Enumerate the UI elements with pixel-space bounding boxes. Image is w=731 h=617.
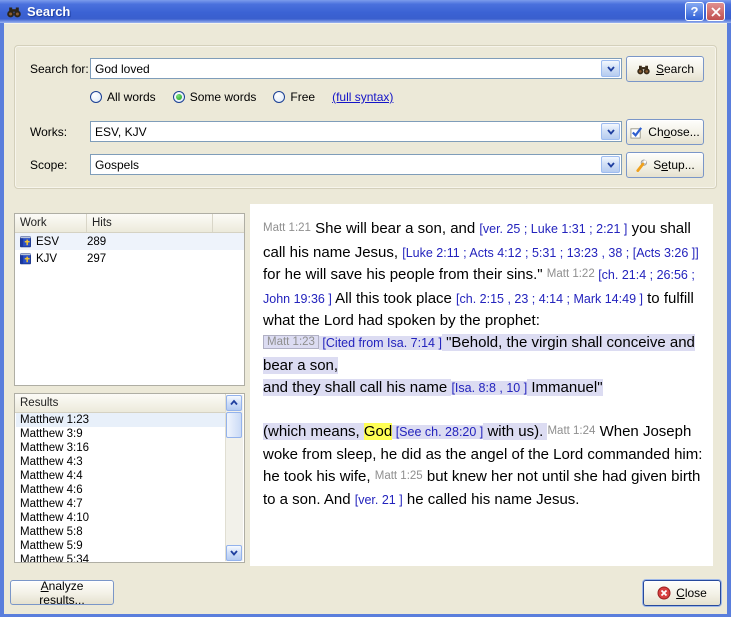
verse-display-panel[interactable]: Matt 1:21 She will bear a son, and [ver.… [250, 204, 713, 566]
chevron-up-icon[interactable] [226, 395, 242, 411]
verse-text: for he will save his people from their s… [263, 266, 547, 283]
radio-some-words[interactable]: Some words [173, 90, 257, 104]
verse-text: with us). [483, 423, 547, 440]
scope-select-value: Gospels [95, 158, 139, 172]
setup-scope-button[interactable]: Setup... [626, 152, 704, 178]
scope-label: Scope: [30, 158, 67, 172]
results-panel-header: Results [15, 394, 226, 413]
search-input-value: God loved [95, 62, 150, 76]
scope-select[interactable]: Gospels [90, 154, 622, 175]
list-item[interactable]: Matthew 4:6 [16, 483, 226, 497]
analyze-results-button[interactable]: Analyze results... [10, 580, 114, 605]
analyze-button-label: Analyze results... [17, 579, 107, 607]
hits-rows: ESV 289 KJV 297 [15, 233, 244, 267]
hit-count: 289 [87, 236, 106, 248]
scrollbar-thumb[interactable] [226, 412, 242, 438]
checkmark-icon [630, 126, 643, 139]
cross-reference: [Luke 2:11 ; Acts 4:12 ; 5:31 ; 13:23 , … [402, 246, 698, 260]
search-button[interactable]: Search [626, 56, 704, 82]
verse-text: She will bear a son, and [311, 220, 479, 237]
results-list: Matthew 1:23Matthew 3:9Matthew 3:16Matth… [16, 413, 226, 562]
chevron-down-icon[interactable] [601, 123, 620, 140]
verse-ref: Matt 1:23 [263, 335, 319, 349]
works-label: Works: [30, 125, 67, 139]
verse-text: (which means, [263, 423, 364, 440]
search-dialog: Search ? Search for: God loved [0, 0, 731, 617]
list-item[interactable]: Matthew 4:10 [16, 511, 226, 525]
radio-free[interactable]: Free [273, 90, 315, 104]
radio-label: Free [290, 90, 315, 104]
column-header-results[interactable]: Results [15, 394, 226, 412]
chevron-down-icon[interactable] [601, 156, 620, 173]
radio-all-words[interactable]: All words [90, 90, 156, 104]
cross-reference: [Isa. 8:8 , 10 ] [451, 381, 527, 395]
help-icon[interactable]: ? [685, 2, 704, 21]
column-header-hits[interactable]: Hits [87, 214, 213, 232]
cross-reference: [ver. 25 ; Luke 1:31 ; 2:21 ] [479, 222, 627, 236]
red-x-circle-icon [657, 586, 671, 600]
search-input[interactable]: God loved [90, 58, 622, 79]
search-hit: God [364, 423, 392, 440]
full-syntax-link[interactable]: (full syntax) [332, 90, 393, 104]
list-item[interactable]: Matthew 1:23 [16, 413, 226, 427]
hits-panel-header: Work Hits [15, 214, 244, 233]
radio-label: Some words [190, 90, 257, 104]
cross-reference: [Cited from Isa. 7:14 ] [319, 336, 442, 350]
verse-ref: Matt 1:24 [547, 425, 595, 437]
works-select[interactable]: ESV, KJV [90, 121, 622, 142]
radio-label: All words [107, 90, 156, 104]
bible-book-icon [19, 235, 32, 248]
list-item[interactable]: Matthew 4:7 [16, 497, 226, 511]
search-mode-radios: All words Some words Free (full syntax) [90, 90, 393, 104]
column-header-work[interactable]: Work [15, 214, 87, 232]
setup-button-label: Setup... [653, 158, 694, 172]
verse-text: Immanuel" [527, 379, 602, 396]
choose-works-button[interactable]: Choose... [626, 119, 704, 145]
verse-text: and they shall call his name [263, 379, 451, 396]
list-item[interactable]: Matthew 3:16 [16, 441, 226, 455]
hits-panel: Work Hits ESV 289 KJV 297 [14, 213, 245, 386]
binoculars-icon [6, 4, 22, 20]
chevron-down-icon[interactable] [601, 60, 620, 77]
work-name: ESV [36, 236, 59, 248]
close-button-label: Close [676, 586, 707, 600]
verse-text: All this took place [332, 290, 456, 307]
results-panel: Results Matthew 1:23Matthew 3:9Matthew 3… [14, 393, 245, 563]
radio-icon[interactable] [90, 91, 102, 103]
cross-reference: [ver. 21 ] [355, 493, 403, 507]
verse-text: he called his name Jesus. [403, 491, 580, 508]
radio-icon[interactable] [173, 91, 185, 103]
list-item[interactable]: Matthew 4:3 [16, 455, 226, 469]
work-name: KJV [36, 253, 57, 265]
list-item[interactable]: Matthew 5:9 [16, 539, 226, 553]
verse-ref: Matt 1:22 [547, 268, 595, 280]
bible-book-icon [19, 252, 32, 265]
chevron-down-icon[interactable] [226, 545, 242, 561]
search-button-label: Search [656, 62, 694, 76]
hit-count: 297 [87, 253, 106, 265]
list-item[interactable]: Matthew 3:9 [16, 427, 226, 441]
results-scrollbar[interactable] [225, 395, 243, 561]
works-select-value: ESV, KJV [95, 125, 147, 139]
cross-reference: [ch. 2:15 , 23 ; 4:14 ; Mark 14:49 ] [456, 292, 643, 306]
search-for-label: Search for: [30, 62, 89, 76]
binoculars-icon [636, 62, 651, 77]
close-button[interactable]: Close [643, 580, 721, 606]
table-row[interactable]: KJV 297 [15, 250, 244, 267]
cross-reference: [See ch. 28:20 ] [392, 425, 483, 439]
verse-ref: Matt 1:21 [263, 222, 311, 234]
close-icon[interactable] [706, 2, 725, 21]
choose-button-label: Choose... [648, 125, 699, 139]
list-item[interactable]: Matthew 5:34 [16, 553, 226, 562]
dialog-client-area: Search for: God loved Search [4, 23, 727, 614]
wrench-icon [635, 159, 648, 172]
radio-icon[interactable] [273, 91, 285, 103]
verse-ref: Matt 1:25 [375, 470, 423, 482]
list-item[interactable]: Matthew 5:8 [16, 525, 226, 539]
table-row[interactable]: ESV 289 [15, 233, 244, 250]
titlebar[interactable]: Search ? [0, 0, 731, 23]
window-title: Search [27, 4, 683, 19]
list-item[interactable]: Matthew 4:4 [16, 469, 226, 483]
